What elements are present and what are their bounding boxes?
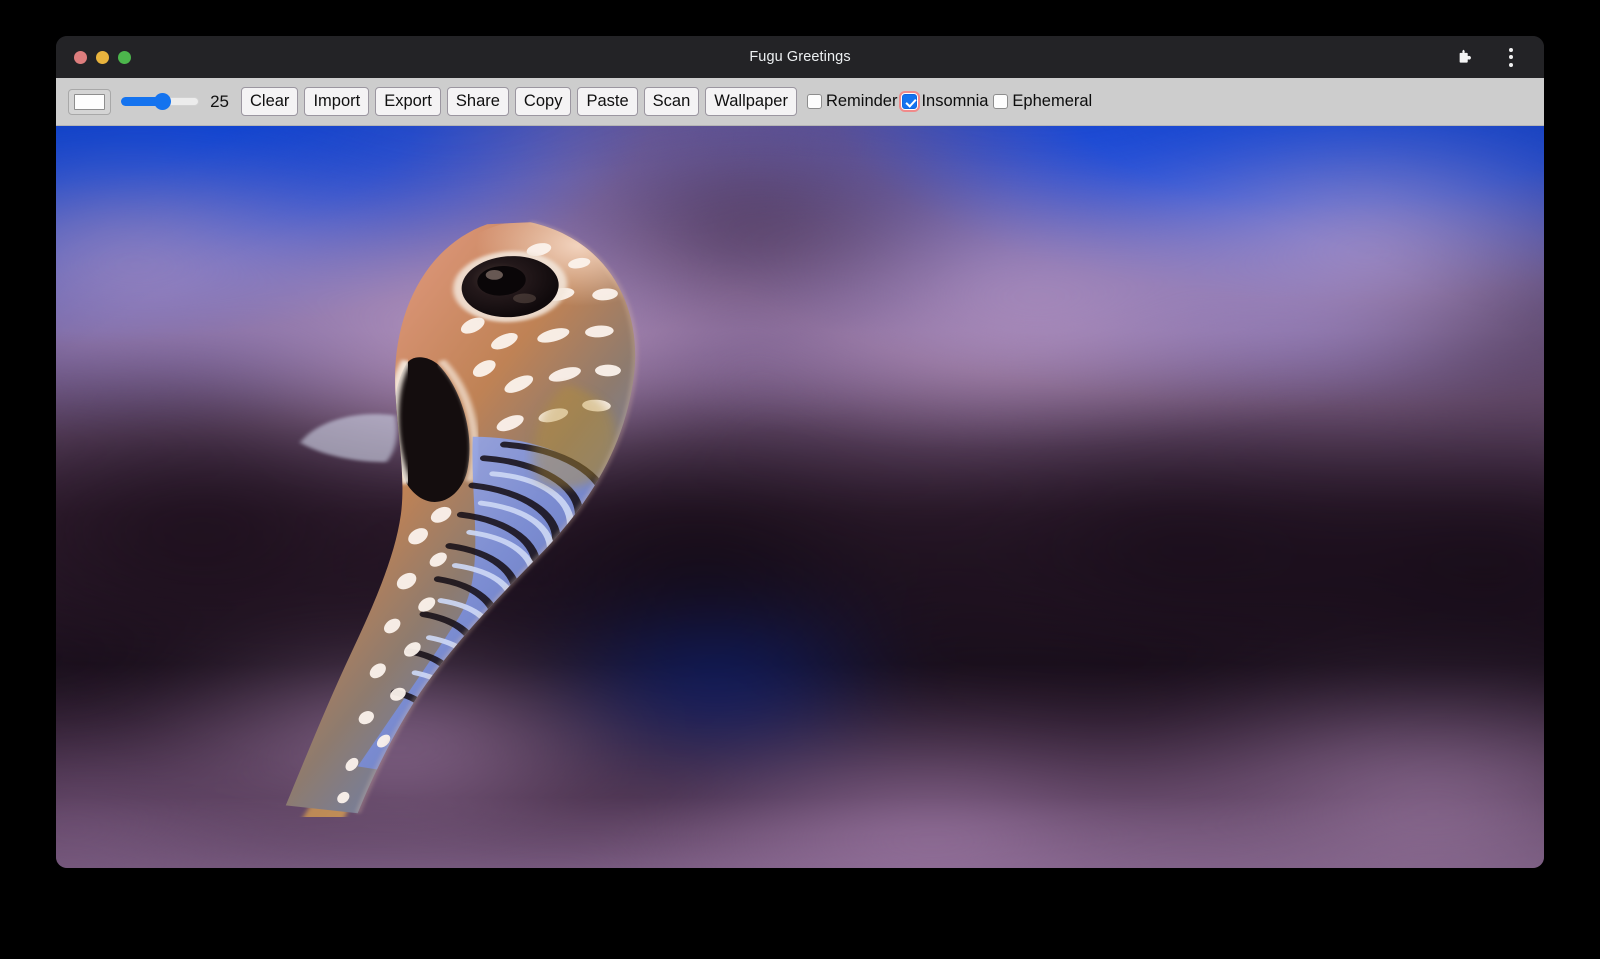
wallpaper-button[interactable]: Wallpaper [705, 87, 797, 117]
slider-value-label: 25 [207, 92, 229, 112]
color-swatch-preview [74, 94, 105, 110]
pufferfish-subject [257, 193, 689, 817]
copy-button[interactable]: Copy [515, 87, 572, 117]
color-picker-input[interactable] [68, 89, 111, 115]
share-button[interactable]: Share [447, 87, 509, 117]
window-controls [74, 51, 131, 64]
maximize-window-button[interactable] [118, 51, 131, 64]
ephemeral-checkbox-box[interactable] [993, 94, 1008, 109]
browser-window: Fugu Greetings [56, 36, 1544, 868]
scan-button[interactable]: Scan [644, 87, 700, 117]
reminder-checkbox-label: Reminder [826, 92, 898, 111]
insomnia-checkbox-label: Insomnia [921, 92, 988, 111]
title-bar: Fugu Greetings [56, 36, 1544, 78]
insomnia-checkbox-box[interactable] [902, 94, 917, 109]
screen: Fugu Greetings [0, 0, 1600, 959]
slider-thumb[interactable] [154, 93, 171, 110]
ephemeral-checkbox[interactable]: Ephemeral [993, 92, 1092, 111]
close-window-button[interactable] [74, 51, 87, 64]
window-title: Fugu Greetings [56, 49, 1544, 65]
browser-menu-icon[interactable] [1498, 44, 1524, 70]
import-button[interactable]: Import [304, 87, 369, 117]
fugu-photo [56, 126, 1544, 868]
toolbar-checkboxes: Reminder Insomnia Ephemeral [807, 92, 1097, 111]
paste-button[interactable]: Paste [577, 87, 637, 117]
kebab-menu-icon [1509, 48, 1513, 67]
drawing-canvas[interactable] [56, 126, 1544, 868]
export-button[interactable]: Export [375, 87, 441, 117]
app-toolbar: 25 Clear Import Export Share Copy Paste … [56, 78, 1544, 126]
reminder-checkbox-box[interactable] [807, 94, 822, 109]
reminder-checkbox[interactable]: Reminder [807, 92, 898, 111]
extensions-icon[interactable] [1452, 44, 1478, 70]
minimize-window-button[interactable] [96, 51, 109, 64]
insomnia-checkbox[interactable]: Insomnia [902, 92, 988, 111]
title-bar-actions [1452, 44, 1530, 70]
size-slider[interactable] [121, 93, 199, 111]
ephemeral-checkbox-label: Ephemeral [1012, 92, 1092, 111]
clear-button[interactable]: Clear [241, 87, 298, 117]
